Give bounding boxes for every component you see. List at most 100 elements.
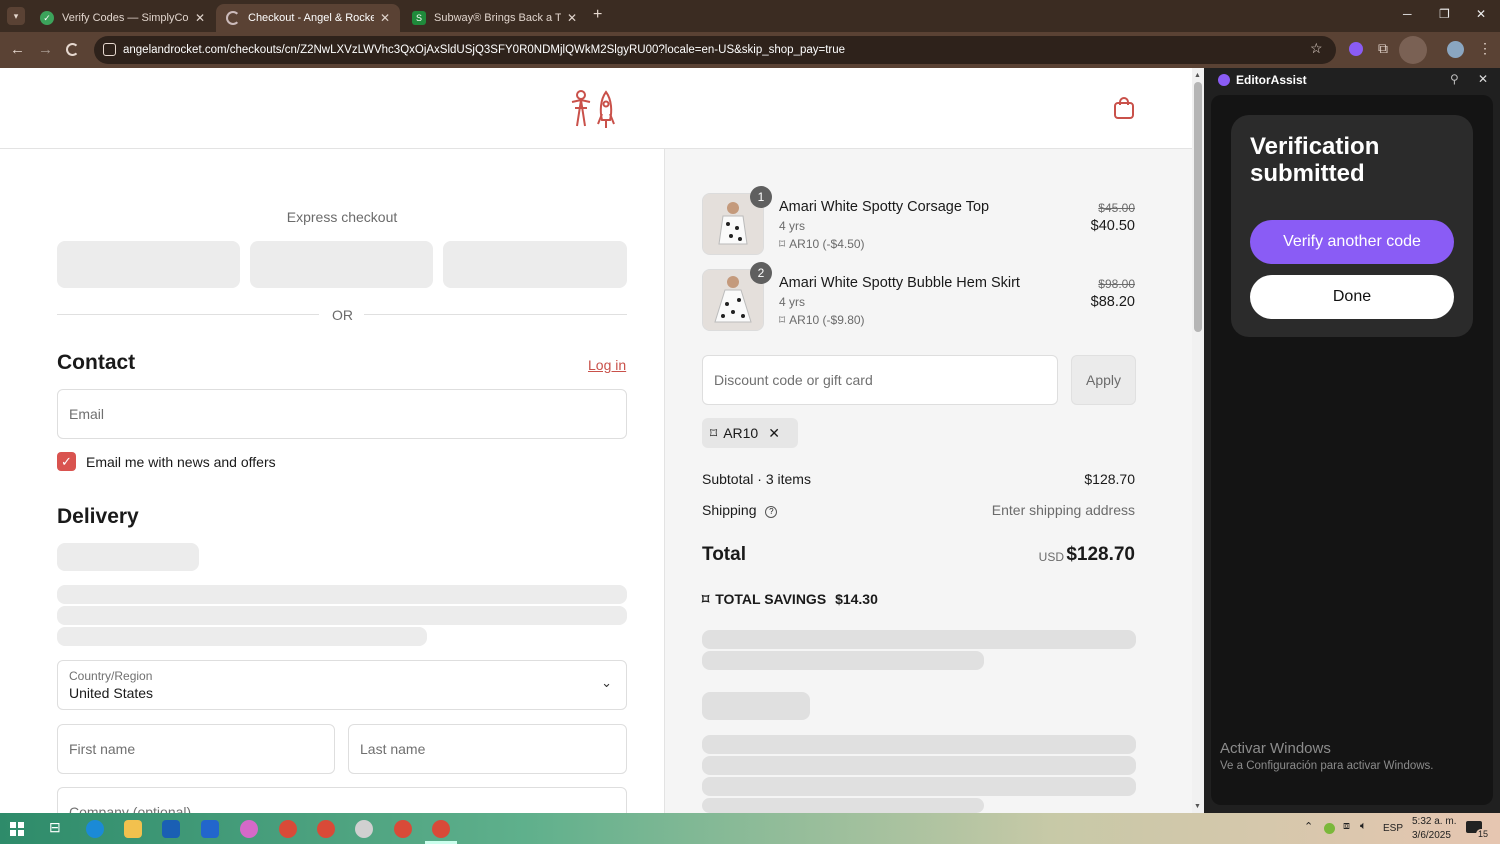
remove-code-icon[interactable]: ✕ bbox=[768, 425, 780, 442]
login-link[interactable]: Log in bbox=[588, 357, 626, 373]
windows-activation-title: Activar Windows bbox=[1220, 740, 1331, 757]
panel-title: EditorAssist bbox=[1236, 73, 1307, 87]
minimize-button[interactable]: ─ bbox=[1403, 7, 1412, 21]
close-tab-icon[interactable]: ✕ bbox=[567, 11, 577, 25]
applied-code-chip: ⌑ AR10 ✕ bbox=[702, 418, 798, 448]
editorassist-extension-icon[interactable] bbox=[1349, 42, 1363, 56]
volume-icon[interactable]: 🔈︎ bbox=[1360, 820, 1367, 833]
close-tab-icon[interactable]: ✕ bbox=[380, 11, 390, 25]
loading-placeholder bbox=[702, 777, 1136, 796]
tray-chevron-up-icon[interactable]: ⌃ bbox=[1304, 820, 1313, 833]
input-language[interactable]: ESP bbox=[1383, 823, 1403, 834]
verify-another-button[interactable]: Verify another code bbox=[1250, 220, 1454, 264]
address-bar[interactable]: angelandrocket.com/checkouts/cn/Z2NwLXVz… bbox=[94, 36, 1336, 64]
discount-code-input[interactable]: Discount code or gift card bbox=[702, 355, 1058, 405]
site-info-icon[interactable] bbox=[103, 43, 116, 56]
panel-content: Verification submitted Verify another co… bbox=[1211, 95, 1493, 805]
item-original-price: $45.00 bbox=[1098, 201, 1135, 215]
apply-label: Apply bbox=[1085, 372, 1122, 388]
tag-icon: ⌑ bbox=[779, 237, 786, 251]
extensions-puzzle-icon[interactable]: ⧉ bbox=[1378, 40, 1388, 57]
edge-browser-icon[interactable] bbox=[86, 820, 104, 838]
chrome-profile-icon[interactable] bbox=[394, 820, 412, 838]
microsoft-store-icon[interactable] bbox=[201, 820, 219, 838]
restore-button[interactable]: ❐ bbox=[1439, 7, 1450, 21]
chrome-profile-icon[interactable] bbox=[279, 820, 297, 838]
clock-time[interactable]: 5:32 a. m. bbox=[1412, 816, 1456, 827]
checkmark-icon: ✓ bbox=[61, 453, 72, 469]
tab-title: Checkout - Angel & Rocket bbox=[248, 12, 374, 24]
shopping-bag-icon[interactable] bbox=[1113, 96, 1135, 120]
chrome-active-icon[interactable] bbox=[432, 820, 450, 838]
discount-placeholder: Discount code or gift card bbox=[714, 372, 873, 388]
express-pay-button[interactable] bbox=[57, 241, 240, 288]
done-button[interactable]: Done bbox=[1250, 275, 1454, 319]
menu-kebab-icon[interactable]: ⋮ bbox=[1478, 40, 1492, 57]
close-tab-icon[interactable]: ✕ bbox=[195, 11, 205, 25]
tab-search-dropdown-icon[interactable]: ▾ bbox=[7, 7, 25, 25]
last-name-field[interactable]: Last name bbox=[348, 724, 627, 774]
bookmark-star-icon[interactable]: ☆ bbox=[1310, 40, 1323, 57]
copilot-icon[interactable] bbox=[240, 820, 258, 838]
last-name-placeholder: Last name bbox=[360, 741, 426, 757]
divider bbox=[364, 314, 627, 315]
clock-date[interactable]: 3/6/2025 bbox=[1412, 830, 1451, 841]
apply-button[interactable]: Apply bbox=[1071, 355, 1136, 405]
start-windows-icon[interactable] bbox=[10, 822, 24, 836]
loading-placeholder bbox=[702, 692, 810, 720]
pin-icon[interactable]: ⚲ bbox=[1450, 72, 1459, 86]
new-tab-button[interactable]: + bbox=[593, 6, 602, 24]
verification-card: Verification submitted Verify another co… bbox=[1231, 115, 1473, 337]
tab-verify-codes[interactable]: ✓ Verify Codes — SimplyCodes ✕ bbox=[30, 4, 215, 32]
first-name-placeholder: First name bbox=[69, 741, 136, 757]
network-icon[interactable]: ⧈ bbox=[1343, 820, 1350, 833]
tab-subway[interactable]: S Subway® Brings Back a Tasty O ✕ bbox=[402, 4, 587, 32]
windows-taskbar: ⊟ ⌃ ⧈ 🔈︎ ESP 5:32 a. m. 3/6/2025 15 bbox=[0, 813, 1500, 844]
newsletter-checkbox[interactable]: ✓ bbox=[57, 452, 76, 471]
notification-count: 15 bbox=[1476, 829, 1491, 839]
contact-heading: Contact bbox=[57, 351, 136, 374]
window-close-button[interactable]: ✕ bbox=[1476, 7, 1486, 21]
express-pay-button[interactable] bbox=[250, 241, 433, 288]
chrome-profile-icon[interactable] bbox=[355, 820, 373, 838]
quantity-badge: 2 bbox=[750, 262, 772, 284]
loading-placeholder bbox=[57, 585, 627, 604]
verify-another-label: Verify another code bbox=[1283, 233, 1421, 250]
item-discount-text: AR10 (-$9.80) bbox=[789, 313, 865, 327]
email-field[interactable]: Email bbox=[57, 389, 627, 439]
browser-toolbar: ← → angelandrocket.com/checkouts/cn/Z2Nw… bbox=[0, 32, 1500, 68]
tag-icon: ⌑ bbox=[779, 313, 786, 327]
scroll-up-arrow[interactable]: ▲ bbox=[1194, 72, 1201, 79]
outlook-icon[interactable] bbox=[162, 820, 180, 838]
loading-spinner-icon[interactable] bbox=[66, 43, 79, 56]
express-pay-button[interactable] bbox=[443, 241, 627, 288]
forward-arrow-icon[interactable]: → bbox=[38, 41, 53, 58]
tab-checkout[interactable]: Checkout - Angel & Rocket ✕ bbox=[216, 4, 400, 32]
company-field[interactable]: Company (optional) bbox=[57, 787, 627, 813]
loading-placeholder bbox=[57, 606, 627, 625]
loading-placeholder bbox=[702, 651, 984, 670]
profile-avatar[interactable] bbox=[1447, 41, 1464, 58]
quantity-badge: 1 bbox=[750, 186, 772, 208]
page-scrollbar[interactable]: ▲ ▼ bbox=[1192, 68, 1204, 813]
tray-app-icon[interactable] bbox=[1324, 823, 1335, 834]
angel-rocket-logo[interactable] bbox=[568, 88, 622, 130]
scroll-down-arrow[interactable]: ▼ bbox=[1194, 803, 1201, 810]
scrollbar-thumb[interactable] bbox=[1194, 82, 1202, 332]
store-header bbox=[0, 68, 1192, 149]
country-select[interactable]: Country/Region United States ⌄ bbox=[57, 660, 627, 710]
shipping-label-text: Shipping bbox=[702, 502, 757, 518]
total-currency: USD bbox=[1038, 550, 1064, 564]
close-panel-icon[interactable]: ✕ bbox=[1478, 72, 1488, 86]
file-explorer-icon[interactable] bbox=[124, 820, 142, 838]
first-name-field[interactable]: First name bbox=[57, 724, 335, 774]
help-circle-icon[interactable]: ? bbox=[765, 506, 778, 518]
back-arrow-icon[interactable]: ← bbox=[10, 41, 25, 58]
item-variant: 4 yrs bbox=[779, 295, 806, 309]
side-panel-icon[interactable] bbox=[1399, 36, 1427, 64]
chrome-profile-icon[interactable] bbox=[317, 820, 335, 838]
task-view-icon[interactable]: ⊟ bbox=[49, 819, 61, 836]
loading-placeholder bbox=[702, 756, 1136, 775]
tag-icon: ⌑ bbox=[710, 424, 718, 441]
savings-value: $14.30 bbox=[835, 591, 878, 607]
